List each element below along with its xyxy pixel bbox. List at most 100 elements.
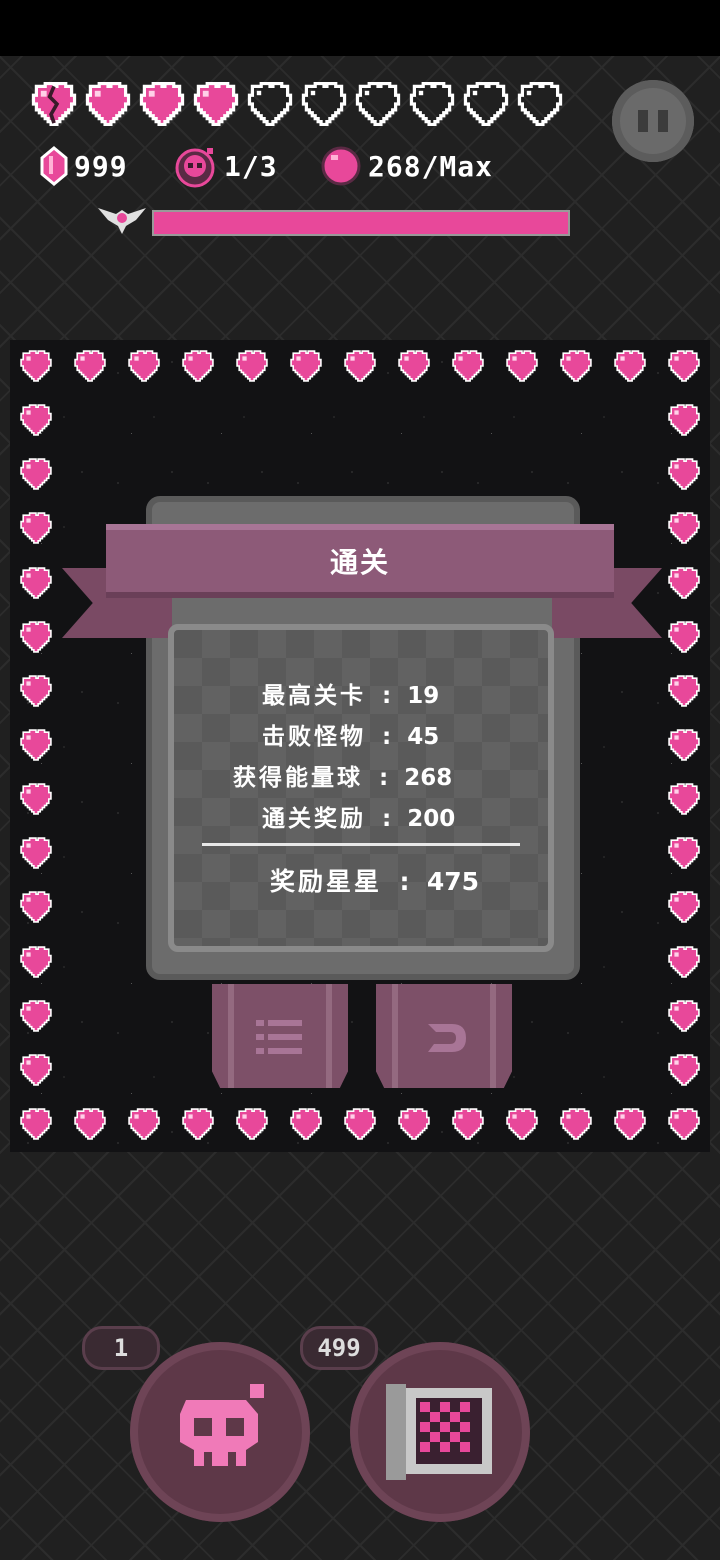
heart-icon <box>192 82 240 126</box>
stat-row-total-stars: 奖励星星 : 475 <box>270 862 479 898</box>
orb-counter: 268/Max <box>320 144 493 188</box>
orb-count: 268/Max <box>368 149 494 183</box>
stat-label: 通关奖励 <box>262 806 366 832</box>
button-stripe <box>326 984 332 1088</box>
border-heart-icon <box>18 350 54 382</box>
restart-button[interactable] <box>376 984 512 1088</box>
border-heart-icon <box>666 675 702 707</box>
border-heart-icon <box>666 837 702 870</box>
border-heart-icon <box>666 620 702 653</box>
pause-icon <box>638 110 648 132</box>
stat-value: 268 <box>404 765 453 791</box>
list-icon <box>256 1020 302 1054</box>
health-hearts <box>30 82 564 126</box>
heart-icon <box>138 82 186 126</box>
total-value: 475 <box>426 867 480 896</box>
skull-item-count-badge: 1 <box>82 1326 160 1370</box>
xp-track <box>152 210 570 236</box>
border-heart-icon <box>504 1108 540 1140</box>
button-stripe <box>490 984 496 1088</box>
result-title: 通关 <box>329 546 390 579</box>
border-heart-icon <box>234 1108 270 1140</box>
heart-icon <box>84 82 132 126</box>
border-heart-icon <box>18 458 54 491</box>
border-heart-icon <box>612 350 648 382</box>
border-heart-icon <box>18 512 54 545</box>
border-heart-icon <box>558 1108 594 1140</box>
winged-emblem-icon <box>98 208 146 234</box>
border-heart-icon <box>18 620 54 653</box>
border-heart-icon <box>396 350 432 382</box>
border-heart-icon <box>666 350 702 382</box>
border-heart-icon <box>666 945 702 978</box>
map-scroll-button[interactable] <box>350 1342 530 1522</box>
border-heart-icon <box>18 1054 54 1086</box>
restart-arrow-icon <box>428 1024 466 1052</box>
border-heart-icon <box>666 1054 702 1086</box>
border-heart-icon <box>18 999 54 1032</box>
stat-colon: : <box>390 867 419 896</box>
stat-colon: : <box>371 765 397 791</box>
border-heart-icon <box>126 350 162 382</box>
border-heart-icon <box>180 1108 216 1140</box>
skull-bomb-button[interactable] <box>130 1342 310 1522</box>
empty-heart-icon <box>462 82 510 126</box>
menu-button[interactable] <box>212 984 348 1088</box>
border-heart-icon <box>396 1108 432 1140</box>
border-heart-icon <box>72 350 108 382</box>
empty-heart-icon <box>300 82 348 126</box>
energy-orb-icon <box>321 146 361 186</box>
border-heart-icon <box>18 1108 54 1140</box>
border-heart-icon <box>18 837 54 870</box>
border-heart-icon <box>18 404 54 436</box>
border-heart-icon <box>666 458 702 491</box>
border-heart-icon <box>504 350 540 382</box>
border-heart-icon <box>234 350 270 382</box>
stats-divider <box>202 843 520 846</box>
button-stripe <box>228 984 234 1088</box>
border-heart-icon <box>180 350 216 382</box>
border-heart-icon <box>666 891 702 924</box>
experience-bar <box>96 200 570 240</box>
border-heart-icon <box>288 1108 324 1140</box>
border-heart-icon <box>18 729 54 761</box>
border-heart-icon <box>558 350 594 382</box>
border-heart-icon <box>666 1108 702 1140</box>
button-stripe <box>392 984 398 1088</box>
border-heart-icon <box>342 1108 378 1140</box>
gem-counter: 999 <box>40 144 128 188</box>
map-scroll-icon <box>386 1384 492 1480</box>
border-heart-icon <box>18 891 54 924</box>
gem-count: 999 <box>74 149 128 183</box>
border-heart-icon <box>18 783 54 815</box>
result-title-ribbon: 通关 <box>106 524 614 598</box>
border-heart-icon <box>666 566 702 599</box>
border-heart-icon <box>450 350 486 382</box>
bomb-skull-icon <box>175 148 215 188</box>
stat-row-monsters: 击败怪物 : 45 <box>262 717 439 751</box>
stat-row-orbs: 获得能量球 : 268 <box>233 758 452 792</box>
border-heart-icon <box>612 1108 648 1140</box>
stat-row-max-level: 最高关卡 : 19 <box>262 676 439 710</box>
skull-item-count: 1 <box>113 1334 129 1362</box>
stat-label: 击败怪物 <box>262 724 366 750</box>
border-heart-icon <box>18 566 54 599</box>
pause-button[interactable] <box>612 80 694 162</box>
border-heart-icon <box>342 350 378 382</box>
border-heart-icon <box>666 512 702 545</box>
empty-heart-icon <box>516 82 564 126</box>
empty-heart-icon <box>354 82 402 126</box>
border-heart-icon <box>18 945 54 978</box>
border-heart-icon <box>450 1108 486 1140</box>
xp-fill <box>154 212 568 234</box>
border-heart-icon <box>126 1108 162 1140</box>
stat-value: 19 <box>407 683 440 709</box>
bomb-count: 1/3 <box>224 149 278 183</box>
stat-label: 最高关卡 <box>262 683 366 709</box>
border-heart-icon <box>18 675 54 707</box>
bomb-counter: 1/3 <box>174 144 278 188</box>
empty-heart-icon <box>246 82 294 126</box>
stat-row-clear-reward: 通关奖励 : 200 <box>262 799 455 833</box>
gem-icon <box>40 146 68 186</box>
border-heart-icon <box>72 1108 108 1140</box>
